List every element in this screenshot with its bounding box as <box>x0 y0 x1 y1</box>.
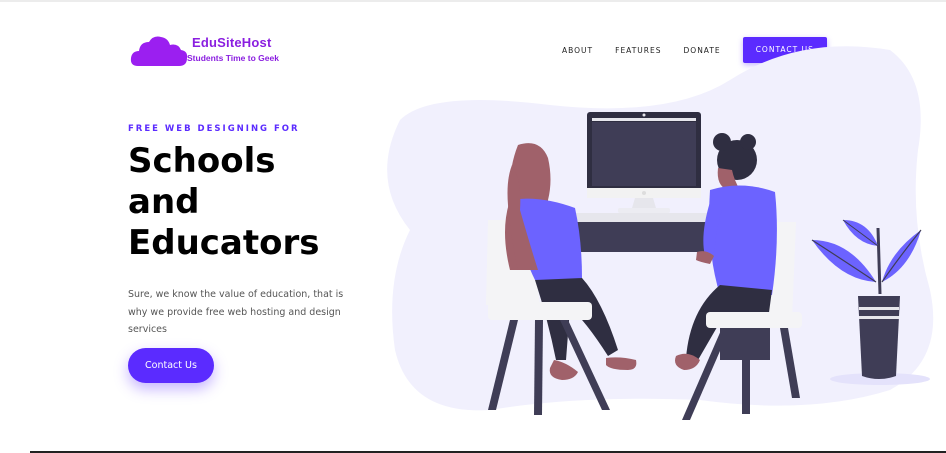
brand-name: EduSiteHost <box>192 35 272 50</box>
hero-contact-button[interactable]: Contact Us <box>128 348 214 383</box>
monitor-screen <box>592 122 696 186</box>
hero-description: Sure, we know the value of education, th… <box>128 289 344 335</box>
hero-title-line: Schools <box>128 141 276 181</box>
hero-title-line: Educators <box>128 223 320 263</box>
man-torso <box>709 185 777 295</box>
cloud-logo-icon <box>130 36 188 66</box>
hero-title: Schools and Educators <box>128 141 319 264</box>
plant-stem <box>876 227 882 295</box>
brand-tagline: Students Time to Geek <box>187 53 279 63</box>
chair-left-seat <box>488 302 592 320</box>
monitor-stand <box>632 198 656 208</box>
top-border <box>0 0 946 2</box>
chair-right-seat <box>706 312 802 328</box>
brand-logo[interactable]: EduSiteHost Students Time to Geek <box>130 32 320 72</box>
monitor-bar <box>592 118 696 121</box>
students-at-computer-illustration <box>387 46 934 420</box>
hero-eyebrow: FREE WEB DESIGNING FOR <box>128 124 300 134</box>
hero-title-line: and <box>128 182 200 222</box>
